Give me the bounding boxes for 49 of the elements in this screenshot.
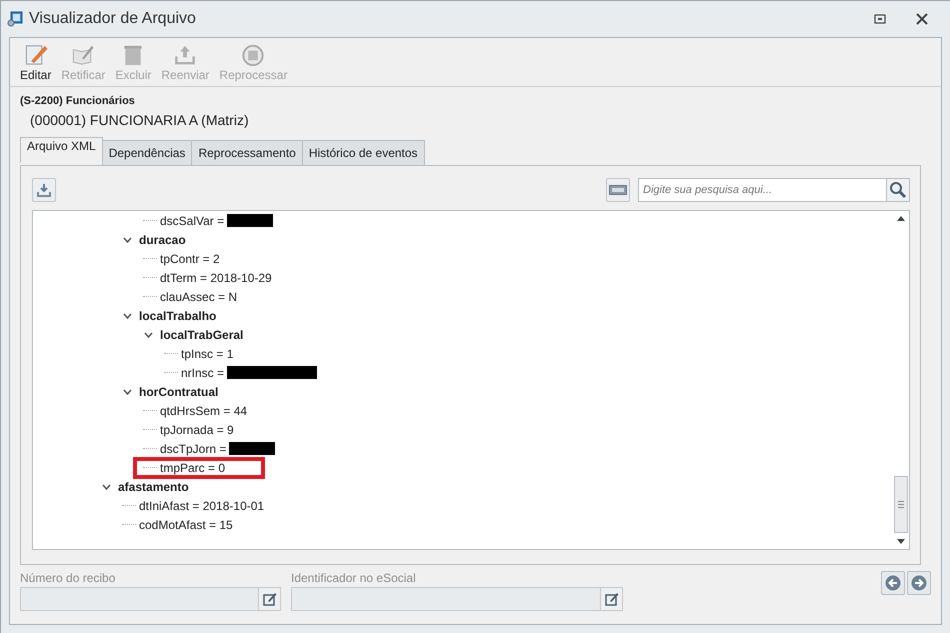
arrow-right-icon <box>911 575 927 591</box>
tree-leaf: codMotAfast = 15 <box>122 517 233 532</box>
tree-leaf: tpContr = 2 <box>143 251 220 266</box>
tree-leaf: dscSalVar = <box>143 213 224 228</box>
event-title: (S-2200) Funcionários <box>20 95 136 107</box>
edit-field-button[interactable] <box>258 588 280 610</box>
calculator-circle-icon <box>240 42 266 67</box>
restore-icon[interactable] <box>874 14 886 24</box>
edit-icon <box>262 592 276 606</box>
scroll-up-icon[interactable] <box>897 216 905 221</box>
scroll-down-icon[interactable] <box>897 539 905 544</box>
search-field[interactable]: Digite sua pesquisa aqui... <box>638 178 887 202</box>
tree-leaf: tmpParc = 0 <box>133 456 266 478</box>
arrow-left-icon <box>885 575 901 591</box>
tree-leaf: nrInsc = <box>164 365 224 380</box>
input-field[interactable] <box>20 587 281 611</box>
edit-field-button[interactable] <box>600 588 622 610</box>
xml-view-button[interactable] <box>606 178 630 202</box>
field-label: Identificador no eSocial <box>291 571 417 585</box>
download-icon <box>36 182 52 198</box>
tree-leaf: dtIniAfast = 2018-10-01 <box>122 498 264 513</box>
field-label: Número do recibo <box>20 571 116 585</box>
employee-name: (000001) FUNCIONARIA A (Matriz) <box>29 111 250 128</box>
next-button[interactable] <box>907 571 931 595</box>
tree-leaf: dtTerm = 2018-10-29 <box>143 270 272 285</box>
tree-node[interactable]: afastamento <box>118 480 189 494</box>
previous-button[interactable] <box>881 571 905 595</box>
tree-node[interactable]: duracao <box>139 232 186 246</box>
search-icon[interactable] <box>887 178 910 202</box>
tab[interactable]: Arquivo XML <box>20 137 103 163</box>
close-icon[interactable] <box>916 13 928 25</box>
tree-node[interactable]: horContratual <box>139 384 218 398</box>
app-icon <box>7 11 23 27</box>
tree-leaf: tpJornada = 9 <box>143 422 234 437</box>
tree-node[interactable]: localTrabGeral <box>160 328 244 342</box>
tree-leaf: clauAssec = N <box>143 289 238 304</box>
input-field[interactable] <box>291 587 623 611</box>
edit-icon <box>604 592 618 606</box>
tab[interactable]: Histórico de eventos <box>302 140 425 166</box>
tree-leaf: dscTpJorn = <box>143 441 226 456</box>
download-button[interactable] <box>32 178 56 202</box>
tab[interactable]: Dependências <box>102 140 192 166</box>
tree-leaf: tpInsc = 1 <box>164 346 234 361</box>
tab[interactable]: Reprocessamento <box>191 140 303 166</box>
window-title: Visualizador de Arquivo <box>29 10 197 28</box>
tree-node[interactable]: localTrabalho <box>139 308 216 322</box>
tree-leaf: qtdHrsSem = 44 <box>143 403 248 418</box>
toolbar-button[interactable]: Editar <box>16 42 56 82</box>
document-icon <box>609 185 627 195</box>
